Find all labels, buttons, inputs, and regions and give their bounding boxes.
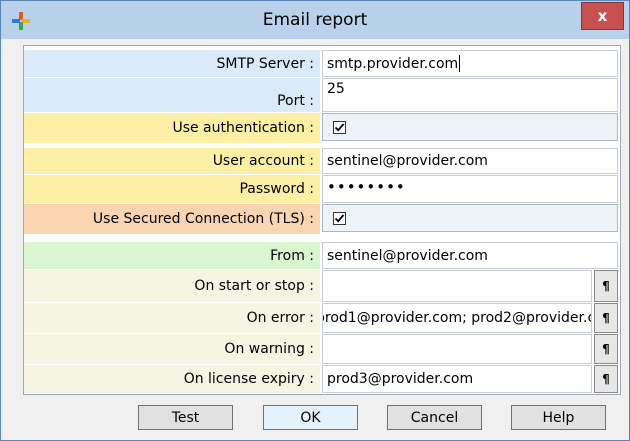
on-warning-edit-button[interactable]: ¶ (594, 334, 618, 364)
on-start-stop-row: On start or stop : ¶ (24, 270, 620, 302)
use-tls-checkbox[interactable] (333, 211, 346, 225)
use-authentication-row: Use authentication : (24, 113, 620, 143)
use-tls-label: Use Secured Connection (TLS) : (24, 204, 320, 234)
cancel-button[interactable]: Cancel (387, 405, 482, 430)
on-error-input[interactable]: prod1@provider.com; prod2@provider.com (322, 303, 592, 333)
smtp-server-row: SMTP Server : smtp.provider.com (24, 50, 620, 77)
pilcrow-icon: ¶ (602, 372, 610, 386)
pilcrow-icon: ¶ (602, 279, 610, 293)
on-license-expiry-edit-button[interactable]: ¶ (594, 365, 618, 393)
port-label: Port : (24, 78, 320, 112)
help-button[interactable]: Help (511, 405, 606, 430)
on-license-expiry-input[interactable]: prod3@provider.com (322, 365, 592, 393)
password-label: Password : (24, 175, 320, 203)
use-authentication-label: Use authentication : (24, 113, 320, 143)
text-caret (459, 55, 461, 72)
email-settings-form: SMTP Server : smtp.provider.com Port : 2… (23, 45, 621, 395)
close-icon: x (597, 7, 608, 25)
password-input[interactable]: •••••••• (322, 175, 618, 203)
title-bar[interactable]: Email report x (1, 1, 629, 39)
checkmark-icon (334, 122, 345, 132)
email-report-dialog: Email report x SMTP Server : smtp.provid… (0, 0, 630, 441)
smtp-server-value: smtp.provider.com (327, 55, 459, 72)
use-tls-row: Use Secured Connection (TLS) : (24, 204, 620, 234)
from-input[interactable]: sentinel@provider.com (322, 242, 618, 269)
from-label: From : (24, 242, 320, 269)
pilcrow-icon: ¶ (602, 311, 610, 325)
on-warning-input[interactable] (322, 334, 592, 364)
use-authentication-field (322, 113, 618, 141)
on-error-edit-button[interactable]: ¶ (594, 303, 618, 333)
user-account-row: User account : sentinel@provider.com (24, 148, 620, 174)
smtp-server-input[interactable]: smtp.provider.com (322, 50, 618, 77)
on-error-value: prod1@provider.com; prod2@provider.com (322, 310, 591, 326)
checkmark-icon (334, 213, 345, 223)
on-license-expiry-label: On license expiry : (24, 365, 320, 393)
on-start-stop-label: On start or stop : (24, 270, 320, 302)
port-row: Port : 25 (24, 78, 620, 112)
window-title: Email report (262, 10, 368, 30)
on-error-row: On error : prod1@provider.com; prod2@pro… (24, 303, 620, 333)
on-warning-label: On warning : (24, 334, 320, 364)
test-button[interactable]: Test (138, 405, 233, 430)
user-account-label: User account : (24, 148, 320, 174)
on-license-expiry-row: On license expiry : prod3@provider.com ¶ (24, 365, 620, 393)
use-tls-field (322, 204, 618, 232)
use-authentication-checkbox[interactable] (333, 120, 346, 134)
on-error-label: On error : (24, 303, 320, 333)
ok-button[interactable]: OK (263, 405, 358, 430)
smtp-server-label: SMTP Server : (24, 50, 320, 77)
on-start-stop-edit-button[interactable]: ¶ (594, 270, 618, 302)
on-warning-row: On warning : ¶ (24, 334, 620, 364)
pilcrow-icon: ¶ (602, 342, 610, 356)
port-input[interactable]: 25 (322, 78, 618, 112)
password-row: Password : •••••••• (24, 175, 620, 203)
close-button[interactable]: x (581, 2, 624, 30)
user-account-input[interactable]: sentinel@provider.com (322, 148, 618, 174)
on-start-stop-input[interactable] (322, 270, 592, 302)
from-row: From : sentinel@provider.com (24, 242, 620, 269)
